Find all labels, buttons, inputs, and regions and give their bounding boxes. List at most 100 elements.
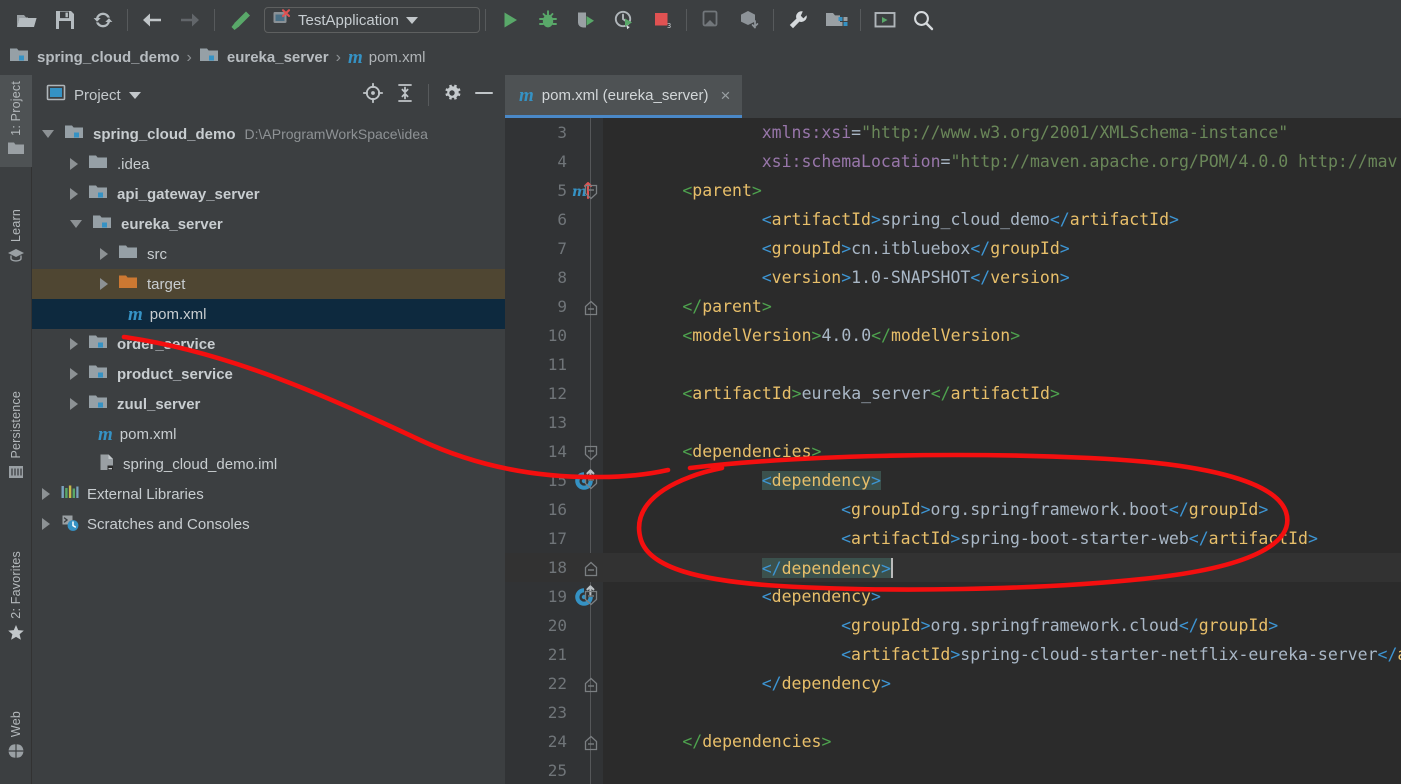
code-editor[interactable]: 3 xmlns:xsi="http://www.w3.org/2001/XMLSc… [505,118,1401,784]
sync-icon[interactable] [84,4,122,36]
code-line[interactable]: 13 [505,408,1401,437]
breadcrumb-item-module[interactable]: eureka_server [199,46,329,69]
open-folder-icon[interactable] [8,4,46,36]
code-text[interactable]: <modelVersion>4.0.0</modelVersion> [682,326,1020,345]
code-line[interactable]: 16 <groupId>org.springframework.boot</gro… [505,495,1401,524]
code-line[interactable]: 14 <dependencies> [505,437,1401,466]
breadcrumb-item-project[interactable]: spring_cloud_demo [9,46,180,69]
code-text[interactable]: <groupId>org.springframework.boot</group… [841,500,1268,519]
tree-row-order-service[interactable]: order_service [32,329,505,359]
commit-icon[interactable] [730,4,768,36]
tree-row-iml-file[interactable]: spring_cloud_demo.iml [32,449,505,479]
code-text[interactable]: <artifactId>eureka_server</artifactId> [682,384,1060,403]
code-line[interactable]: 4 xsi:schemaLocation="http://maven.apache… [505,147,1401,176]
code-line[interactable]: 10 <modelVersion>4.0.0</modelVersion> [505,321,1401,350]
code-text[interactable]: <artifactId>spring-cloud-starter-netflix… [841,645,1401,664]
back-arrow-icon[interactable] [133,4,171,36]
code-text[interactable]: <dependencies> [682,442,821,461]
tree-row-target[interactable]: target [32,269,505,299]
sidebar-item-project[interactable]: 1: Project [0,75,32,167]
tree-row-api-gateway-server[interactable]: api_gateway_server [32,179,505,209]
gear-icon[interactable] [441,82,463,109]
stop-icon[interactable]: 3 [643,4,681,36]
close-icon[interactable]: × [721,87,731,104]
code-text[interactable]: </dependency> [762,674,891,693]
code-line[interactable]: 11 [505,350,1401,379]
chevron-right-icon[interactable] [70,188,78,200]
code-line[interactable]: 6 <artifactId>spring_cloud_demo</artifact… [505,205,1401,234]
chevron-right-icon[interactable] [100,278,108,290]
code-text[interactable]: <groupId>org.springframework.cloud</grou… [841,616,1278,635]
code-line[interactable]: 19 <dependency> [505,582,1401,611]
tree-row-pom-xml-root[interactable]: m pom.xml [32,419,505,449]
profile-icon[interactable] [605,4,643,36]
code-text[interactable]: </dependencies> [682,732,831,751]
debug-icon[interactable] [529,4,567,36]
save-all-icon[interactable] [46,4,84,36]
chevron-right-icon[interactable] [70,158,78,170]
code-line[interactable]: 24 </dependencies> [505,727,1401,756]
code-text[interactable]: </parent> [682,297,771,316]
chevron-right-icon[interactable] [70,338,78,350]
fold-collapse-icon[interactable] [584,184,598,199]
tree-row-src[interactable]: src [32,239,505,269]
update-project-icon[interactable] [692,4,730,36]
fold-collapse-icon[interactable] [584,445,598,460]
code-line[interactable]: 25 [505,756,1401,784]
editor-tab-pom-xml[interactable]: m pom.xml (eureka_server) × [505,75,743,118]
chevron-right-icon[interactable] [70,398,78,410]
breadcrumb-item-file[interactable]: m pom.xml [348,48,425,67]
fold-collapse-end-icon[interactable] [584,735,598,750]
fold-collapse-end-icon[interactable] [584,677,598,692]
chevron-right-icon[interactable] [70,368,78,380]
chevron-down-icon[interactable] [128,91,141,99]
tree-row-spring-cloud-demo[interactable]: spring_cloud_demo D:\AProgramWorkSpace\i… [32,119,505,149]
code-line[interactable]: 21 <artifactId>spring-cloud-starter-netfl… [505,640,1401,669]
code-line[interactable]: 12 <artifactId>eureka_server</artifactId> [505,379,1401,408]
code-line[interactable]: 22 </dependency> [505,669,1401,698]
code-line[interactable]: 17 <artifactId>spring-boot-starter-web</a… [505,524,1401,553]
fold-collapse-end-icon[interactable] [584,561,598,576]
chevron-right-icon[interactable] [100,248,108,260]
chevron-right-icon[interactable] [42,518,50,530]
fold-collapse-end-icon[interactable] [584,300,598,315]
tree-row-scratches-consoles[interactable]: Scratches and Consoles [32,509,505,539]
build-hammer-icon[interactable] [220,4,258,36]
fold-collapse-icon[interactable] [584,474,598,489]
code-text[interactable]: <parent> [682,181,761,200]
hide-icon[interactable] [473,82,495,109]
tree-row-idea[interactable]: .idea [32,149,505,179]
sidebar-item-favorites[interactable]: 2: Favorites [0,545,32,652]
chevron-down-icon[interactable] [70,220,82,228]
code-text[interactable]: <dependency> [762,587,881,606]
project-tree[interactable]: spring_cloud_demo D:\AProgramWorkSpace\i… [32,115,505,784]
chevron-down-icon[interactable] [42,130,54,138]
run-configuration-selector[interactable]: TestApplication [264,7,480,33]
sidebar-item-persistence[interactable]: Persistence [0,385,32,491]
tree-row-external-libraries[interactable]: External Libraries [32,479,505,509]
code-text[interactable]: <artifactId>spring-boot-starter-web</art… [841,529,1318,548]
terminal-icon[interactable] [866,4,904,36]
run-coverage-icon[interactable] [567,4,605,36]
tree-row-zuul-server[interactable]: zuul_server [32,389,505,419]
run-icon[interactable] [491,4,529,36]
select-opened-file-icon[interactable] [362,82,384,109]
chevron-right-icon[interactable] [42,488,50,500]
forward-arrow-icon[interactable] [171,4,209,36]
code-line[interactable]: 18 </dependency> [505,553,1401,582]
code-text[interactable]: xsi:schemaLocation="http://maven.apache.… [762,152,1398,171]
code-text[interactable]: <groupId>cn.itbluebox</groupId> [762,239,1070,258]
code-text[interactable]: <artifactId>spring_cloud_demo</artifactI… [762,210,1179,229]
collapse-all-icon[interactable] [394,82,416,109]
code-text[interactable]: xmlns:xsi="http://www.w3.org/2001/XMLSch… [762,123,1289,142]
settings-wrench-icon[interactable] [779,4,817,36]
project-structure-icon[interactable] [817,4,855,36]
chevron-down-icon[interactable] [405,16,418,24]
code-line[interactable]: 8 <version>1.0-SNAPSHOT</version> [505,263,1401,292]
search-icon[interactable] [904,4,942,36]
code-line[interactable]: 23 [505,698,1401,727]
fold-collapse-icon[interactable] [584,590,598,605]
code-line[interactable]: 7 <groupId>cn.itbluebox</groupId> [505,234,1401,263]
code-text[interactable]: <version>1.0-SNAPSHOT</version> [762,268,1070,287]
code-line[interactable]: 20 <groupId>org.springframework.cloud</gr… [505,611,1401,640]
